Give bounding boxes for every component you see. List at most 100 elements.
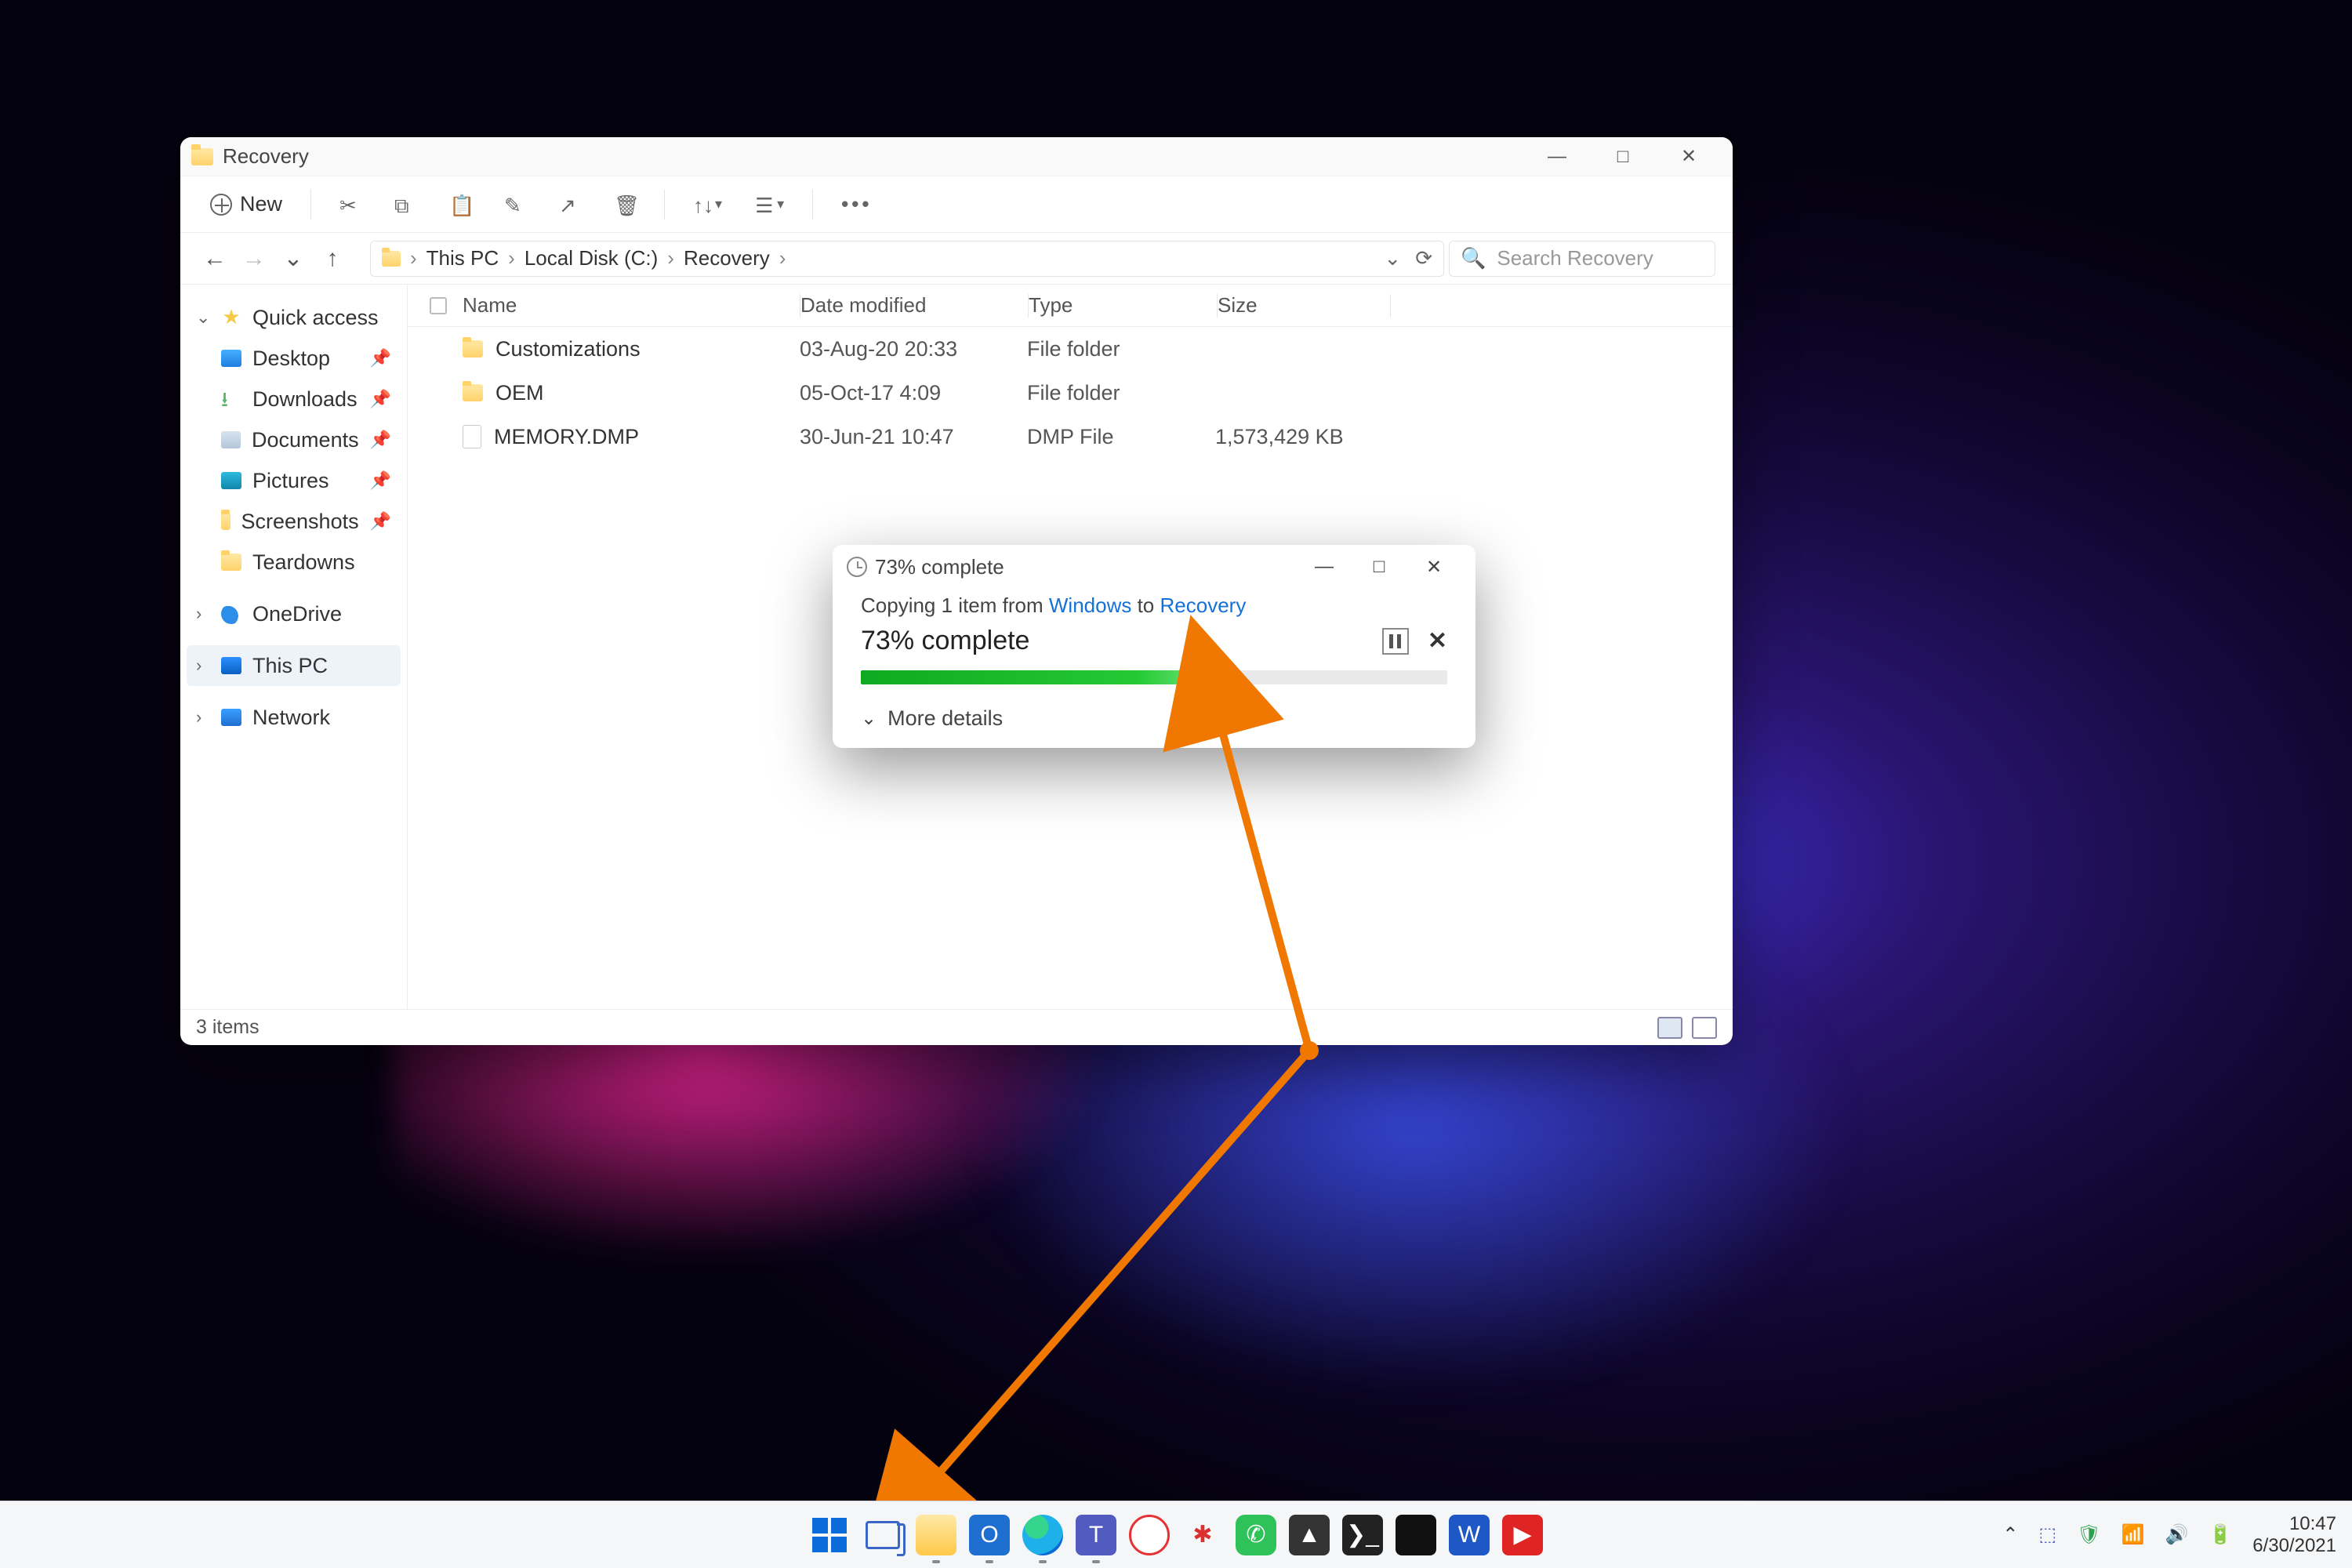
- wifi-icon[interactable]: 📶: [2122, 1523, 2145, 1546]
- chevron-up-icon[interactable]: ⌃: [2002, 1523, 2018, 1546]
- pin-icon: 📌: [370, 389, 391, 409]
- doc-icon: [221, 431, 241, 448]
- virus-app[interactable]: ✱: [1182, 1515, 1223, 1555]
- sound-icon[interactable]: 🔊: [2165, 1523, 2188, 1546]
- clock-icon: [847, 557, 867, 577]
- star-icon: ★: [221, 309, 241, 326]
- brave-app[interactable]: ▲: [1289, 1515, 1330, 1555]
- chevron-down-icon: ⌄: [861, 707, 877, 730]
- folder-icon: [463, 340, 483, 358]
- pin-icon: 📌: [370, 430, 391, 450]
- close-button[interactable]: ✕: [1656, 137, 1722, 176]
- youtube-app[interactable]: ▶: [1502, 1515, 1543, 1555]
- clock[interactable]: 10:47 6/30/2021: [2252, 1513, 2336, 1556]
- breadcrumb-segment[interactable]: Recovery: [684, 246, 770, 270]
- select-all-checkbox[interactable]: [430, 297, 447, 314]
- more-button[interactable]: •••: [829, 186, 884, 223]
- recent-button[interactable]: ⌄: [276, 241, 310, 276]
- sidebar-onedrive[interactable]: › OneDrive: [187, 593, 401, 634]
- desk-icon: [221, 350, 241, 367]
- system-tray[interactable]: ⌃ ⬚ 🛡 📶 🔊 🔋 10:47 6/30/2021: [2002, 1513, 2336, 1556]
- search-input[interactable]: 🔍 Search Recovery: [1449, 241, 1715, 277]
- pin-icon: 📌: [370, 470, 391, 491]
- sidebar-item-documents[interactable]: Documents📌: [187, 419, 401, 460]
- chevron-right-icon: ›: [196, 707, 210, 728]
- file-row[interactable]: OEM05-Oct-17 4:09File folder: [408, 371, 1733, 415]
- maximize-button[interactable]: □: [1590, 137, 1656, 176]
- dialog-titlebar[interactable]: 73% complete — □ ✕: [833, 545, 1475, 589]
- breadcrumb[interactable]: ›This PC›Local Disk (C:)›Recovery›⌄⟳: [370, 241, 1444, 277]
- sidebar-item-screenshots[interactable]: Screenshots📌: [187, 501, 401, 542]
- rename-button[interactable]: ✎: [492, 186, 539, 223]
- source-link[interactable]: Windows: [1049, 593, 1131, 617]
- folder-icon: [221, 554, 241, 571]
- more-icon: •••: [841, 192, 872, 216]
- sidebar-this-pc[interactable]: › This PC: [187, 645, 401, 686]
- plus-icon: [210, 194, 232, 216]
- share-button[interactable]: ↗: [546, 186, 593, 223]
- sort-button[interactable]: ↑↓▾: [681, 186, 735, 223]
- folder-icon: [191, 148, 213, 165]
- refresh-button[interactable]: ⟳: [1415, 246, 1432, 270]
- file-icon: [463, 425, 481, 448]
- trash-icon: 🗑: [614, 194, 636, 216]
- file-explorer-app[interactable]: [916, 1515, 956, 1555]
- titlebar[interactable]: Recovery — □ ✕: [180, 137, 1733, 176]
- back-button[interactable]: ←: [198, 241, 232, 276]
- statusbar: 3 items: [180, 1009, 1733, 1045]
- view-button[interactable]: ☰▾: [742, 186, 797, 223]
- destination-link[interactable]: Recovery: [1160, 593, 1247, 617]
- edge-app[interactable]: [1022, 1515, 1063, 1555]
- delete-button[interactable]: 🗑: [601, 186, 648, 223]
- column-headers[interactable]: Name Date modified Type Size: [408, 285, 1733, 327]
- details-view-button[interactable]: [1657, 1017, 1682, 1039]
- teams-app[interactable]: T: [1076, 1515, 1116, 1555]
- toolbar: New ✂ ⧉ 📋 ✎ ↗ 🗑 ↑↓▾ ☰▾ •••: [180, 176, 1733, 233]
- sidebar-quick-access[interactable]: ⌄ ★ Quick access: [187, 297, 401, 338]
- share-icon: ↗: [559, 194, 581, 216]
- outlook-app[interactable]: O: [969, 1515, 1010, 1555]
- teams-tray-icon[interactable]: ⬚: [2038, 1523, 2056, 1546]
- opera-app[interactable]: [1129, 1515, 1170, 1555]
- copy-description: Copying 1 item from Windows to Recovery: [861, 593, 1447, 618]
- pause-button[interactable]: [1382, 628, 1409, 655]
- progress-text: 73% complete: [861, 626, 1029, 656]
- pin-icon: 📌: [370, 511, 391, 532]
- up-button[interactable]: ↑: [315, 241, 350, 276]
- copy-button[interactable]: ⧉: [382, 186, 429, 223]
- scissors-icon: ✂: [339, 194, 361, 216]
- sidebar-item-desktop[interactable]: Desktop📌: [187, 338, 401, 379]
- file-row[interactable]: MEMORY.DMP30-Jun-21 10:47DMP File1,573,4…: [408, 415, 1733, 459]
- battery-icon[interactable]: 🔋: [2209, 1523, 2232, 1546]
- clipboard-icon: 📋: [449, 194, 471, 216]
- word-app[interactable]: W: [1449, 1515, 1490, 1555]
- breadcrumb-dropdown[interactable]: ⌄: [1384, 246, 1401, 270]
- breadcrumb-segment[interactable]: This PC: [426, 246, 499, 270]
- more-details-toggle[interactable]: ⌄ More details: [861, 706, 1447, 731]
- dialog-maximize-button[interactable]: □: [1352, 545, 1406, 589]
- new-button[interactable]: New: [198, 186, 295, 223]
- whatsapp-app[interactable]: ✆: [1236, 1515, 1276, 1555]
- taskview-button[interactable]: [862, 1515, 903, 1555]
- dialog-close-button[interactable]: ✕: [1406, 545, 1461, 589]
- start-button[interactable]: [809, 1515, 850, 1555]
- dialog-minimize-button[interactable]: —: [1297, 545, 1352, 589]
- sidebar-network[interactable]: › Network: [187, 697, 401, 738]
- cancel-button[interactable]: ✕: [1428, 627, 1447, 655]
- terminal-app[interactable]: ❯_: [1342, 1515, 1383, 1555]
- sort-icon: ↑↓: [693, 194, 715, 216]
- sidebar-item-pictures[interactable]: Pictures📌: [187, 460, 401, 501]
- sidebar-item-teardowns[interactable]: Teardowns: [187, 542, 401, 583]
- defender-tray-icon[interactable]: 🛡: [2077, 1523, 2100, 1546]
- taskbar-apps: O T ✱ ✆ ▲ ❯_ W ▶: [809, 1515, 1543, 1555]
- window-title: Recovery: [223, 144, 309, 169]
- thumbnails-view-button[interactable]: [1692, 1017, 1717, 1039]
- breadcrumb-segment[interactable]: Local Disk (C:): [524, 246, 658, 270]
- minimize-button[interactable]: —: [1524, 137, 1590, 176]
- sidebar-item-downloads[interactable]: ⭳Downloads📌: [187, 379, 401, 419]
- app-dark[interactable]: [1396, 1515, 1436, 1555]
- paste-button[interactable]: 📋: [437, 186, 484, 223]
- file-row[interactable]: Customizations03-Aug-20 20:33File folder: [408, 327, 1733, 371]
- forward-button[interactable]: →: [237, 241, 271, 276]
- cut-button[interactable]: ✂: [327, 186, 374, 223]
